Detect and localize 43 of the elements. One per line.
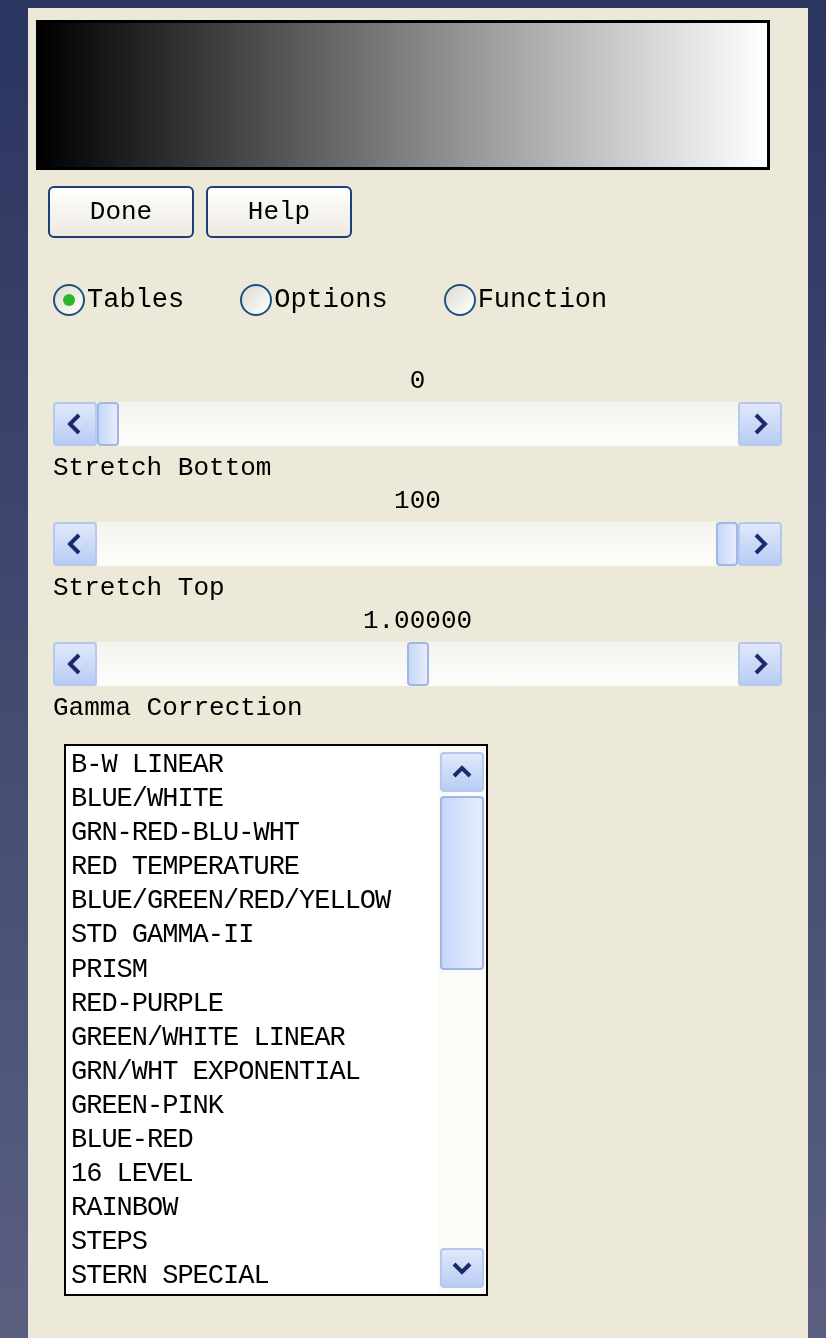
slider-value: 1.00000 — [362, 606, 473, 636]
dialog-button[interactable]: Done — [48, 186, 194, 238]
list-item[interactable]: BLUE-RED — [71, 1123, 438, 1158]
radio-icon[interactable] — [240, 284, 273, 316]
slider-label: Stretch Top — [53, 572, 226, 604]
slider-thumb[interactable] — [97, 402, 119, 446]
color-table-list[interactable] — [64, 744, 488, 1296]
slider-value: 100 — [394, 486, 441, 516]
list-item[interactable]: STD GAMMA-II — [71, 918, 438, 953]
list-item[interactable]: RAINBOW — [71, 1191, 438, 1226]
slider-thumb[interactable] — [406, 642, 429, 686]
scroll-up-button[interactable] — [440, 752, 484, 792]
slider-label: Stretch Bottom — [53, 452, 273, 484]
list-item[interactable]: RED-PURPLE — [71, 986, 438, 1021]
list-item[interactable]: RED TEMPERATURE — [71, 850, 438, 885]
list-item[interactable]: BLUE/WHITE — [71, 782, 438, 817]
radio-icon[interactable] — [53, 284, 85, 316]
left-arrow-button[interactable] — [53, 642, 97, 686]
list-item[interactable]: GRN-RED-BLU-WHT — [71, 816, 438, 851]
scroll-down-button[interactable] — [440, 1248, 484, 1288]
right-arrow-button[interactable] — [738, 402, 782, 446]
left-arrow-button[interactable] — [53, 522, 97, 566]
list-item[interactable]: PRISM — [71, 952, 438, 987]
radio-option[interactable]: Function — [443, 284, 608, 316]
list-item[interactable]: BLUE/GREEN/RED/YELLOW — [71, 884, 438, 919]
list-item[interactable]: GREEN-PINK — [71, 1088, 438, 1124]
list-item[interactable]: GREEN/WHITE LINEAR — [71, 1020, 438, 1055]
slider-value: 0 — [409, 366, 426, 396]
slider-label: Gamma Correction — [53, 692, 304, 724]
right-arrow-button[interactable] — [738, 522, 782, 566]
list-item[interactable]: STEPS — [71, 1225, 438, 1260]
radio-option[interactable]: Tables — [53, 284, 185, 316]
slider-thumb[interactable] — [716, 522, 738, 566]
radio-option[interactable]: Options — [240, 284, 388, 316]
left-arrow-button[interactable] — [53, 402, 97, 446]
scroll-thumb[interactable] — [440, 796, 484, 970]
dialog-button[interactable]: Help — [206, 186, 352, 238]
list-item[interactable]: GRN/WHT EXPONENTIAL — [71, 1054, 438, 1089]
list-item[interactable]: STERN SPECIAL — [71, 1259, 438, 1294]
list-item[interactable]: B-W LINEAR — [71, 748, 438, 783]
right-arrow-button[interactable] — [738, 642, 782, 686]
list-item[interactable]: 16 LEVEL — [71, 1157, 438, 1192]
radio-icon[interactable] — [443, 284, 476, 316]
